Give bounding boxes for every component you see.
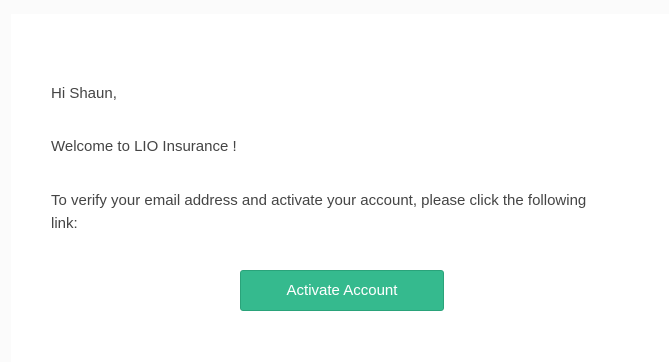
email-card: Hi Shaun, Welcome to LIO Insurance ! To …	[11, 14, 669, 362]
welcome-text: Welcome to LIO Insurance !	[51, 138, 237, 155]
instructions-text: To verify your email address and activat…	[51, 192, 587, 232]
greeting-text: Hi Shaun,	[51, 85, 117, 102]
activate-account-button[interactable]: Activate Account	[240, 270, 444, 311]
cta-container: Activate Account	[240, 270, 444, 311]
